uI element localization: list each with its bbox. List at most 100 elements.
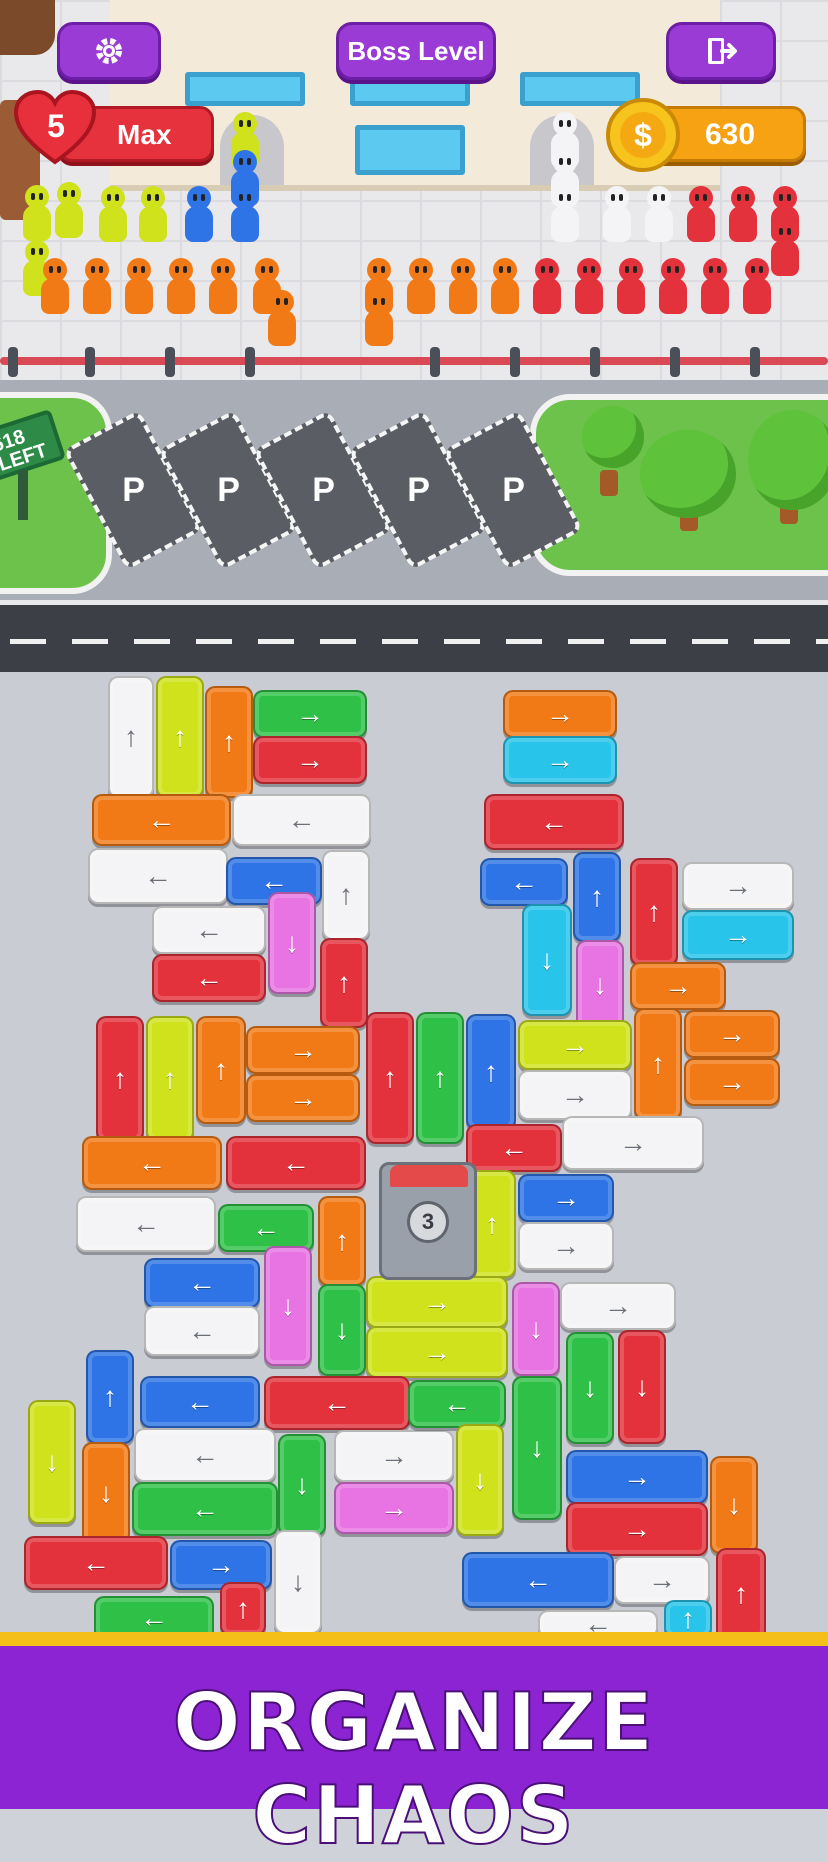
car-cyan-right-16[interactable]: → bbox=[503, 736, 617, 784]
car-orange-right-38[interactable]: → bbox=[684, 1058, 780, 1106]
car-yellow-right-53[interactable]: → bbox=[366, 1326, 508, 1378]
car-orange-left-6[interactable]: ← bbox=[92, 794, 231, 846]
car-red-left-69[interactable]: ← bbox=[24, 1536, 168, 1590]
car-yellow-up-2[interactable]: ↑ bbox=[156, 676, 204, 798]
car-green-left-67[interactable]: ← bbox=[408, 1380, 506, 1428]
car-orange-down-59[interactable]: ↓ bbox=[82, 1442, 130, 1544]
car-orange-up-28[interactable]: ↑ bbox=[196, 1016, 246, 1124]
car-green-right-4[interactable]: → bbox=[253, 690, 367, 738]
car-blue-left-60[interactable]: ← bbox=[140, 1376, 260, 1428]
car-green-down-51[interactable]: ↓ bbox=[318, 1284, 366, 1376]
car-red-left-61[interactable]: ← bbox=[264, 1376, 410, 1430]
car-red-down-76[interactable]: ↓ bbox=[618, 1330, 666, 1444]
settings-button[interactable] bbox=[57, 22, 161, 80]
exit-button[interactable] bbox=[666, 22, 776, 80]
car-white-right-42[interactable]: → bbox=[562, 1116, 704, 1170]
car-white-left-43[interactable]: ← bbox=[76, 1196, 216, 1252]
car-white-right-55[interactable]: → bbox=[560, 1282, 676, 1330]
car-orange-right-30[interactable]: → bbox=[246, 1074, 360, 1122]
arrow-right-icon: → bbox=[423, 1336, 451, 1367]
car-red-left-40[interactable]: ← bbox=[226, 1136, 366, 1190]
car-white-left-62[interactable]: ← bbox=[134, 1428, 276, 1482]
car-red-left-17[interactable]: ← bbox=[484, 794, 624, 850]
tow-truck[interactable]: 3 bbox=[379, 1162, 477, 1280]
passenger bbox=[136, 186, 170, 244]
car-orange-up-36[interactable]: ↑ bbox=[634, 1008, 682, 1120]
car-white-left-8[interactable]: ← bbox=[88, 848, 228, 904]
arrow-right-icon: → bbox=[546, 744, 574, 775]
car-orange-right-29[interactable]: → bbox=[246, 1026, 360, 1074]
arrow-up-icon: ↑ bbox=[484, 1056, 498, 1087]
arrow-down-icon: ↓ bbox=[45, 1446, 59, 1477]
level-title: Boss Level bbox=[347, 35, 485, 66]
car-red-up-31[interactable]: ↑ bbox=[366, 1012, 414, 1144]
car-yellow-right-52[interactable]: → bbox=[366, 1276, 508, 1328]
car-red-up-73[interactable]: ↑ bbox=[220, 1582, 266, 1636]
car-red-right-78[interactable]: → bbox=[566, 1502, 708, 1556]
car-pink-down-54[interactable]: ↓ bbox=[512, 1282, 560, 1376]
car-green-down-63[interactable]: ↓ bbox=[278, 1434, 326, 1536]
car-pink-down-12[interactable]: ↓ bbox=[268, 892, 316, 994]
car-pink-down-50[interactable]: ↓ bbox=[264, 1246, 312, 1366]
car-orange-up-3[interactable]: ↑ bbox=[205, 686, 253, 798]
car-red-up-26[interactable]: ↑ bbox=[96, 1016, 144, 1142]
lane-dash bbox=[320, 639, 356, 644]
arrow-down-icon: ↓ bbox=[285, 927, 299, 958]
car-cyan-right-22[interactable]: → bbox=[682, 910, 794, 960]
dollar-coin-icon: $ bbox=[606, 98, 680, 172]
car-orange-right-37[interactable]: → bbox=[684, 1010, 780, 1058]
arrow-up-icon: ↑ bbox=[214, 1054, 228, 1085]
arrow-left-icon: ← bbox=[510, 866, 538, 897]
car-white-right-64[interactable]: → bbox=[334, 1430, 454, 1482]
car-red-left-41[interactable]: ← bbox=[466, 1124, 562, 1172]
arrow-up-icon: ↑ bbox=[103, 1381, 117, 1412]
car-blue-right-77[interactable]: → bbox=[566, 1450, 708, 1504]
car-red-right-5[interactable]: → bbox=[253, 736, 367, 784]
car-red-up-82[interactable]: ↑ bbox=[716, 1548, 766, 1640]
car-green-down-75[interactable]: ↓ bbox=[566, 1332, 614, 1444]
car-green-down-74[interactable]: ↓ bbox=[512, 1376, 562, 1520]
car-orange-down-79[interactable]: ↓ bbox=[710, 1456, 758, 1554]
car-red-up-14[interactable]: ↑ bbox=[320, 938, 368, 1028]
car-yellow-up-27[interactable]: ↑ bbox=[146, 1016, 194, 1142]
arrow-up-icon: ↑ bbox=[383, 1062, 397, 1093]
car-yellow-right-34[interactable]: → bbox=[518, 1020, 632, 1070]
car-blue-left-49[interactable]: ← bbox=[144, 1258, 260, 1308]
car-white-right-48[interactable]: → bbox=[518, 1222, 614, 1270]
car-white-right-35[interactable]: → bbox=[518, 1070, 632, 1120]
car-yellow-down-58[interactable]: ↓ bbox=[28, 1400, 76, 1524]
arrow-left-icon: ← bbox=[144, 860, 172, 891]
car-orange-up-45[interactable]: ↑ bbox=[318, 1196, 366, 1286]
car-blue-left-80[interactable]: ← bbox=[462, 1552, 614, 1608]
car-blue-up-19[interactable]: ↑ bbox=[573, 852, 621, 942]
car-white-left-56[interactable]: ← bbox=[144, 1306, 260, 1356]
car-white-up-10[interactable]: ↑ bbox=[322, 850, 370, 940]
car-pink-down-24[interactable]: ↓ bbox=[576, 940, 624, 1030]
car-orange-left-39[interactable]: ← bbox=[82, 1136, 222, 1190]
car-white-down-71[interactable]: ↓ bbox=[274, 1530, 322, 1634]
lane-dash bbox=[382, 639, 418, 644]
car-blue-up-57[interactable]: ↑ bbox=[86, 1350, 134, 1444]
car-blue-left-18[interactable]: ← bbox=[480, 858, 568, 906]
car-blue-up-33[interactable]: ↑ bbox=[466, 1014, 516, 1130]
car-cyan-down-23[interactable]: ↓ bbox=[522, 904, 572, 1016]
car-red-up-20[interactable]: ↑ bbox=[630, 858, 678, 966]
car-green-up-32[interactable]: ↑ bbox=[416, 1012, 464, 1144]
car-green-left-44[interactable]: ← bbox=[218, 1204, 314, 1252]
car-white-right-21[interactable]: → bbox=[682, 862, 794, 910]
arrow-right-icon: → bbox=[604, 1290, 632, 1321]
car-yellow-down-68[interactable]: ↓ bbox=[456, 1424, 504, 1536]
car-white-right-81[interactable]: → bbox=[614, 1556, 710, 1604]
car-orange-right-15[interactable]: → bbox=[503, 690, 617, 738]
car-white-up-1[interactable]: ↑ bbox=[108, 676, 154, 798]
car-green-left-65[interactable]: ← bbox=[132, 1482, 278, 1536]
car-orange-right-25[interactable]: → bbox=[630, 962, 726, 1010]
car-red-left-13[interactable]: ← bbox=[152, 954, 266, 1002]
car-pink-right-66[interactable]: → bbox=[334, 1482, 454, 1534]
arrow-right-icon: → bbox=[561, 1029, 589, 1060]
car-white-left-11[interactable]: ← bbox=[152, 906, 266, 954]
lane-dash bbox=[258, 639, 294, 644]
arrow-right-icon: → bbox=[552, 1230, 580, 1261]
car-blue-right-47[interactable]: → bbox=[518, 1174, 614, 1222]
car-white-left-7[interactable]: ← bbox=[232, 794, 371, 846]
